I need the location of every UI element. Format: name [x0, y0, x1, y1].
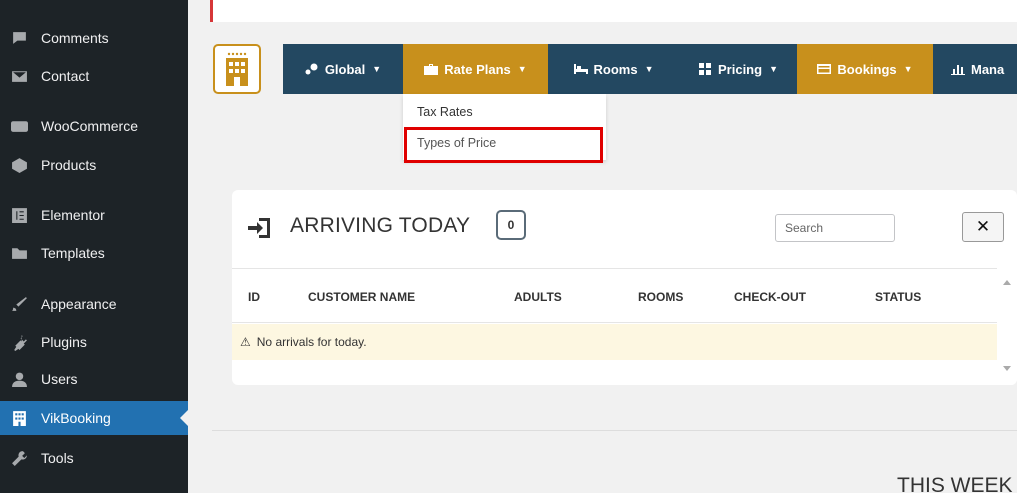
column-header-adults[interactable]: ADULTS: [514, 290, 562, 304]
notice-bar: [210, 0, 1017, 22]
briefcase-icon: [424, 63, 439, 75]
table-header: ID CUSTOMER NAME ADULTS ROOMS CHECK-OUT …: [232, 268, 997, 323]
sidebar-item-tools[interactable]: Tools: [0, 441, 188, 475]
sidebar-item-products[interactable]: Products: [0, 148, 188, 182]
menu-global[interactable]: Global ▼: [283, 44, 403, 94]
clear-search-button[interactable]: ✕: [962, 212, 1004, 242]
sidebar-item-comments[interactable]: Comments: [0, 21, 188, 55]
column-header-customer-name[interactable]: CUSTOMER NAME: [308, 290, 415, 304]
table-scrollbar[interactable]: [997, 268, 1017, 385]
sidebar-item-appearance[interactable]: Appearance: [0, 287, 188, 321]
sidebar-item-plugins[interactable]: Plugins: [0, 325, 188, 359]
arrivals-count-badge: 0: [496, 210, 526, 240]
chart-icon: [951, 63, 965, 75]
sign-in-icon: [248, 218, 270, 241]
card-icon: [817, 63, 832, 75]
menu-bookings-label: Bookings: [837, 61, 897, 77]
bed-icon: [573, 63, 588, 75]
scroll-up-icon[interactable]: [1003, 280, 1011, 285]
menu-global-label: Global: [324, 61, 366, 77]
arriving-today-panel: ARRIVING TODAY 0 ✕ ID CUSTOMER NAME ADUL…: [232, 190, 1017, 385]
menu-management[interactable]: Mana: [933, 44, 1017, 94]
users-icon: [10, 370, 28, 388]
comments-icon: [10, 29, 28, 47]
building-icon: [10, 409, 28, 427]
notice-marker: [210, 0, 213, 22]
sidebar-item-label: Elementor: [41, 207, 105, 223]
vikbooking-logo[interactable]: [213, 44, 261, 94]
sidebar-item-elementor[interactable]: Elementor: [0, 198, 188, 232]
dropdown-item-tax-rates[interactable]: Tax Rates: [417, 105, 473, 119]
admin-sidebar: Comments Contact WooCommerce Products El…: [0, 0, 188, 493]
sidebar-item-users[interactable]: Users: [0, 362, 188, 396]
chevron-down-icon: ▼: [372, 64, 382, 74]
sidebar-item-label: Contact: [41, 68, 90, 84]
calculator-icon: [698, 63, 712, 75]
empty-message: No arrivals for today.: [256, 335, 367, 349]
menu-rooms[interactable]: Rooms ▼: [548, 44, 679, 94]
appearance-icon: [10, 295, 28, 313]
chevron-down-icon: ▼: [903, 64, 913, 74]
products-icon: [10, 156, 28, 174]
menu-management-label: Mana: [971, 61, 1005, 77]
sidebar-item-label: Appearance: [41, 296, 117, 312]
section-divider: [212, 430, 1017, 431]
column-header-status[interactable]: STATUS: [875, 290, 921, 304]
elementor-icon: [10, 206, 28, 224]
panel-title: ARRIVING TODAY: [290, 214, 471, 237]
sidebar-item-label: WooCommerce: [41, 118, 138, 134]
sidebar-item-templates[interactable]: Templates: [0, 236, 188, 270]
sidebar-item-woocommerce[interactable]: WooCommerce: [0, 109, 188, 143]
panel-header: ARRIVING TODAY 0 ✕: [232, 190, 1017, 268]
warning-icon: ⚠: [240, 335, 251, 349]
sidebar-item-label: Plugins: [41, 334, 87, 350]
search-input[interactable]: [775, 214, 895, 242]
sidebar-item-vikbooking[interactable]: VikBooking: [0, 401, 188, 435]
this-week-title: THIS WEEK: [897, 474, 1013, 493]
menu-pricing-label: Pricing: [718, 61, 763, 77]
menu-rate-plans-label: Rate Plans: [444, 61, 511, 77]
sidebar-item-label: Users: [41, 371, 78, 387]
folder-icon: [10, 244, 28, 262]
sidebar-item-label: VikBooking: [41, 410, 111, 426]
highlight-box: [404, 127, 603, 163]
sidebar-item-contact[interactable]: Contact: [0, 59, 188, 93]
menu-rate-plans[interactable]: Rate Plans ▼: [403, 44, 548, 94]
menu-bookings[interactable]: Bookings ▼: [797, 44, 933, 94]
plugins-icon: [10, 333, 28, 351]
scroll-down-icon[interactable]: [1003, 366, 1011, 371]
vikbooking-menubar: Global ▼ Rate Plans ▼ Rooms ▼ Pricing ▼ …: [283, 44, 1017, 94]
menu-rooms-label: Rooms: [593, 61, 638, 77]
woocommerce-icon: [10, 117, 28, 135]
sidebar-item-label: Tools: [41, 450, 74, 466]
chevron-down-icon: ▼: [769, 64, 778, 74]
chevron-down-icon: ▼: [517, 64, 527, 74]
column-header-check-out[interactable]: CHECK-OUT: [734, 290, 806, 304]
wrench-icon: [10, 449, 28, 467]
menu-pricing[interactable]: Pricing ▼: [679, 44, 797, 94]
hotel-logo-icon: [226, 52, 248, 86]
sidebar-item-label: Comments: [41, 30, 109, 46]
column-header-rooms[interactable]: ROOMS: [638, 290, 683, 304]
empty-message-row: ⚠ No arrivals for today.: [232, 324, 997, 360]
sidebar-item-label: Templates: [41, 245, 105, 261]
column-header-id[interactable]: ID: [248, 290, 260, 304]
mail-icon: [10, 67, 28, 85]
sidebar-item-label: Products: [41, 157, 97, 173]
globe-icon: [305, 63, 319, 75]
chevron-down-icon: ▼: [644, 64, 654, 74]
